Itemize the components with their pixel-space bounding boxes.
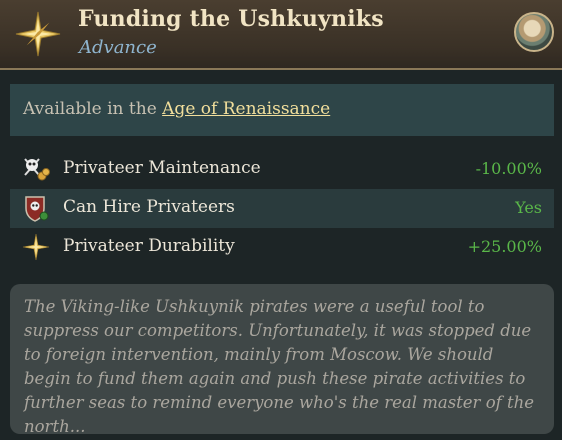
skull-coins-icon [24,158,50,181]
age-link[interactable]: Age of Renaissance [162,99,330,119]
advance-type: Advance [79,37,157,58]
modifier-row: Privateer Durability +25.00% [10,228,554,267]
flavor-text: The Viking-like Ushkuynik pirates were a… [10,284,554,436]
modifier-list: Privateer Maintenance -10.00% Can Hire P… [10,150,554,267]
star-icon [15,11,61,57]
modifier-label: Privateer Maintenance [63,158,261,178]
modifier-label: Privateer Durability [63,236,235,256]
pirate-shield-icon [25,196,49,222]
modifier-row: Can Hire Privateers Yes [10,189,554,228]
advance-title: Funding the Ushkuyniks [78,6,384,32]
star-icon [22,233,50,261]
tooltip-header: Funding the Ushkuyniks Advance [0,0,562,70]
availability-row: Available in the Age of Renaissance [10,84,554,136]
modifier-value: Yes [515,198,542,217]
modifier-value: -10.00% [475,159,542,178]
advisor-portrait [514,12,554,52]
modifier-value: +25.00% [467,237,542,256]
modifier-label: Can Hire Privateers [63,197,235,217]
availability-prefix: Available in the [23,99,163,119]
modifier-row: Privateer Maintenance -10.00% [10,150,554,189]
